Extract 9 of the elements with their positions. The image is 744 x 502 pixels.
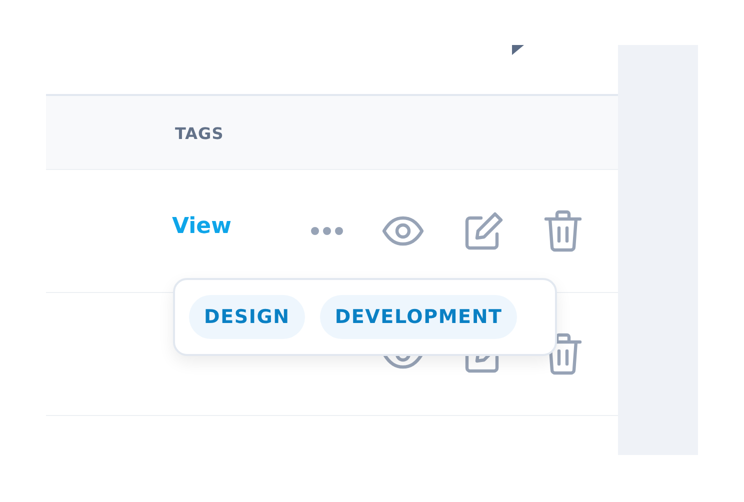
cursor-icon [512, 45, 524, 55]
column-header: TAGS [175, 124, 224, 142]
edit-icon[interactable] [464, 211, 504, 251]
trash-icon[interactable] [544, 210, 582, 252]
view-link[interactable]: View [172, 214, 232, 239]
tag: DEVELOPMENT [320, 295, 518, 339]
more-icon[interactable] [310, 226, 344, 236]
eye-icon[interactable] [382, 216, 424, 246]
tag: DESIGN [189, 295, 305, 339]
